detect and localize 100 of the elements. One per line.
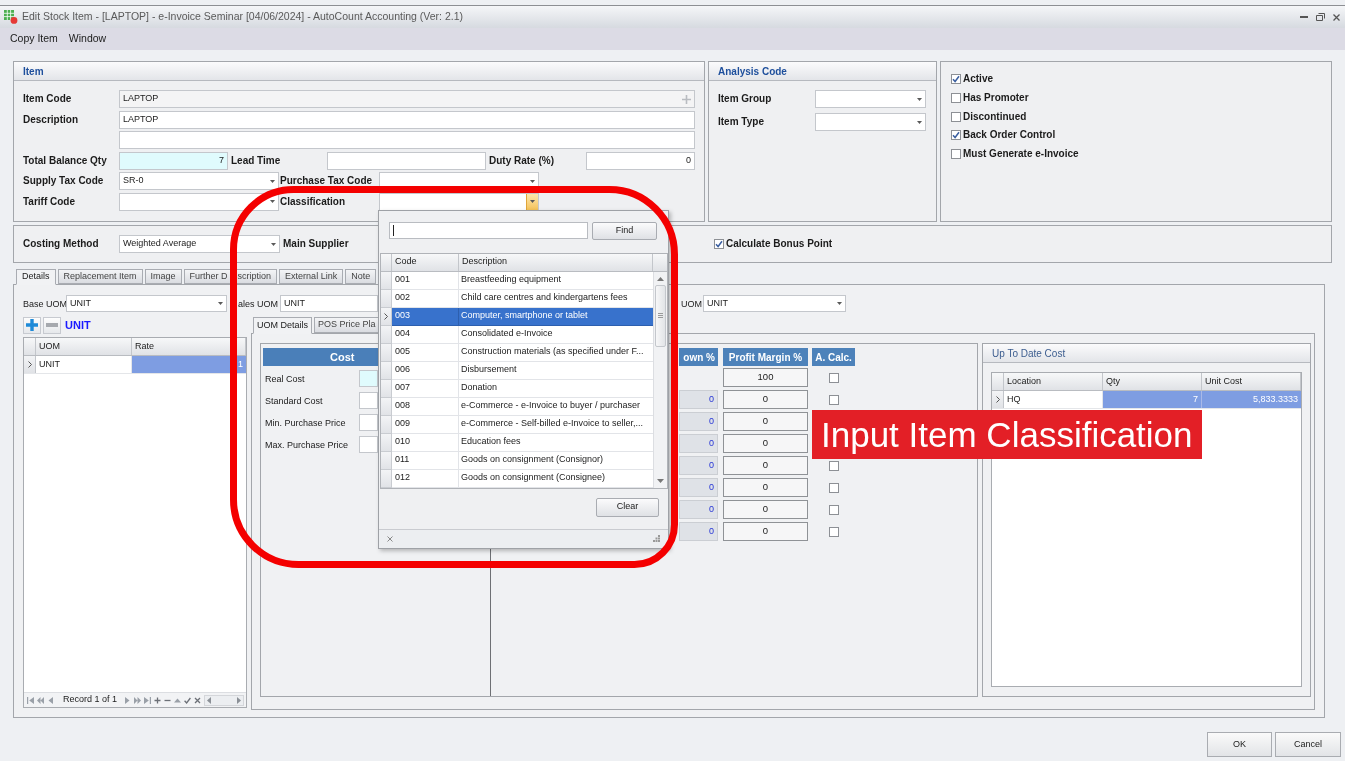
previous-record-icon[interactable]	[47, 696, 54, 704]
horizontal-scrollbar[interactable]	[204, 694, 244, 706]
checkbox[interactable]	[951, 92, 961, 103]
text-field[interactable]: LAPTOP	[119, 110, 695, 129]
number-field[interactable]: 0	[723, 412, 808, 431]
checkbox[interactable]	[714, 239, 724, 249]
close-icon[interactable]	[1333, 13, 1340, 21]
chevron-icon	[384, 312, 388, 320]
number-field[interactable]	[359, 370, 378, 387]
checkbox[interactable]	[828, 482, 839, 493]
clear-button[interactable]: Clear	[596, 497, 659, 517]
vertical-scrollbar[interactable]	[653, 271, 667, 488]
checkbox[interactable]	[828, 460, 839, 471]
annotation-label: Input Item Classification	[812, 410, 1202, 459]
dropdown-field[interactable]: UNIT	[280, 295, 378, 312]
header-corner	[381, 253, 392, 271]
caret-icon	[269, 200, 275, 203]
column-header: A. Calc.	[812, 348, 855, 366]
cancel-button[interactable]: Cancel	[1275, 732, 1341, 757]
caret-icon	[529, 179, 535, 183]
dropdown-field[interactable]: SR-0	[119, 172, 279, 190]
tab[interactable]: Note	[345, 269, 377, 284]
number-field[interactable]	[359, 392, 378, 409]
field-label: Duty Rate (%)	[489, 154, 554, 167]
table-cell: 0	[679, 390, 718, 409]
close-icon[interactable]	[387, 535, 393, 542]
column-header: Qty	[1103, 373, 1202, 390]
row-header[interactable]	[24, 356, 36, 373]
scroll-down-icon[interactable]	[657, 478, 664, 483]
item-code-field[interactable]: LAPTOP	[119, 90, 695, 108]
number-field[interactable]: 100	[723, 368, 808, 387]
number-field[interactable]: 0	[723, 500, 808, 519]
number-field[interactable]: 0	[723, 522, 808, 541]
record-counter: Record 1 of 1	[63, 693, 118, 707]
plus-icon[interactable]	[154, 696, 162, 704]
checkbox[interactable]	[951, 111, 961, 122]
menu-item[interactable]: Copy Item	[10, 31, 58, 47]
checkbox[interactable]	[951, 74, 961, 84]
checkmark-icon	[715, 240, 723, 248]
next-page-icon[interactable]	[134, 696, 142, 704]
dropdown-field[interactable]	[815, 113, 926, 131]
dropdown-field[interactable]: Weighted Average	[119, 235, 280, 253]
checkbox[interactable]	[828, 394, 839, 405]
tab[interactable]: Replacement Item	[57, 269, 143, 284]
column-header: Profit Margin %	[723, 348, 808, 366]
check-icon[interactable]	[184, 696, 192, 704]
next-record-icon[interactable]	[124, 696, 132, 704]
tab[interactable]: Details	[16, 269, 56, 285]
row-header[interactable]	[381, 307, 392, 326]
text-field[interactable]: 0	[586, 151, 695, 170]
dropdown-field[interactable]: UNIT	[66, 295, 227, 312]
number-field[interactable]: 0	[723, 478, 808, 497]
number-field[interactable]	[359, 414, 378, 431]
checkbox[interactable]	[828, 504, 839, 515]
close-icon[interactable]	[194, 696, 202, 704]
first-record-icon[interactable]	[27, 696, 34, 704]
tab[interactable]: Image	[144, 269, 182, 284]
remove-button[interactable]	[43, 316, 61, 334]
resize-grip-icon[interactable]	[653, 535, 660, 542]
dropdown-field[interactable]	[815, 90, 926, 108]
tab[interactable]: External Link	[279, 269, 344, 284]
number-field[interactable]	[359, 436, 378, 453]
number-field[interactable]: 0	[723, 434, 808, 453]
checkbox[interactable]	[951, 149, 961, 159]
tab[interactable]: UOM Details	[253, 317, 312, 334]
checkbox[interactable]	[951, 130, 961, 141]
dropdown-field[interactable]: UNIT	[703, 295, 846, 312]
table-cell: 1	[132, 356, 246, 373]
row-header[interactable]	[992, 391, 1004, 408]
text-field[interactable]	[327, 151, 486, 170]
panel-title: Analysis Code	[718, 64, 787, 79]
checkbox[interactable]	[828, 372, 839, 383]
ok-button[interactable]: OK	[1207, 732, 1272, 757]
menu-item[interactable]: Window	[68, 31, 107, 47]
text-field[interactable]	[119, 131, 695, 149]
dropdown-button[interactable]	[526, 193, 538, 210]
last-record-icon[interactable]	[144, 696, 152, 704]
search-field[interactable]	[389, 222, 588, 239]
triangle-up-icon[interactable]	[174, 696, 182, 704]
tab[interactable]: POS Price Pla	[314, 317, 380, 333]
scrollbar-thumb[interactable]	[655, 284, 666, 347]
scroll-up-icon[interactable]	[657, 276, 664, 281]
column-header: Description	[459, 253, 653, 271]
find-button[interactable]: Find	[592, 221, 657, 240]
dropdown-field[interactable]	[119, 192, 279, 211]
field-label: UOM	[681, 297, 702, 310]
tab[interactable]: Further D scription	[183, 269, 278, 284]
previous-page-icon[interactable]	[37, 696, 44, 704]
app-icon	[4, 10, 18, 24]
scroll-left-icon[interactable]	[207, 696, 212, 704]
scroll-right-icon[interactable]	[237, 696, 241, 704]
checkbox[interactable]	[828, 526, 839, 537]
text-field[interactable]: 7	[119, 151, 228, 170]
table-cell: 7	[1103, 391, 1202, 408]
number-field[interactable]: 0	[723, 456, 808, 475]
add-button[interactable]	[23, 316, 41, 334]
row-header[interactable]	[381, 271, 392, 290]
number-field[interactable]: 0	[723, 390, 808, 409]
restore-icon[interactable]	[1316, 13, 1325, 21]
panel-title: Up To Date Cost	[992, 346, 1066, 361]
